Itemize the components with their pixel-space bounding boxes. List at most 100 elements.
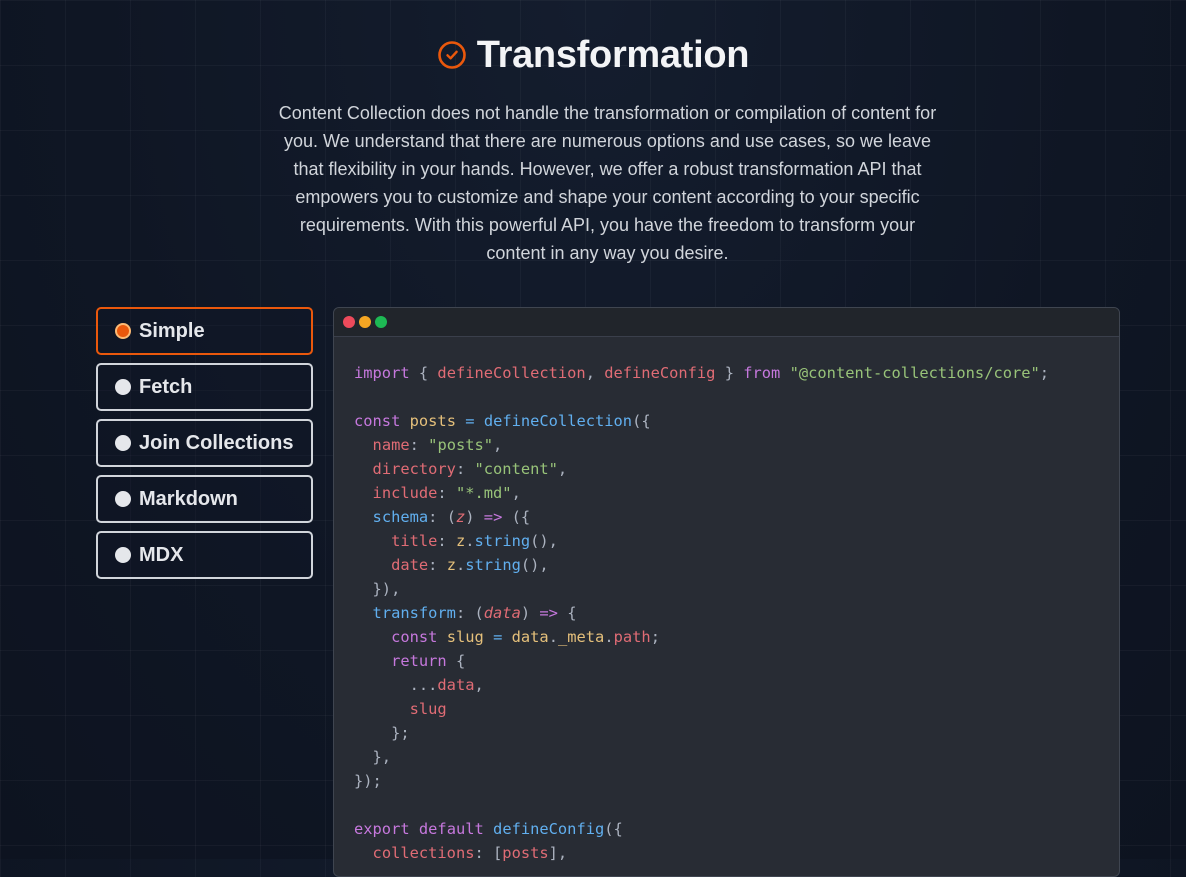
section-title: Transformation	[476, 34, 750, 76]
code-token: ,	[474, 676, 484, 694]
code-line: const slug = data._meta.path;	[354, 628, 660, 646]
code-line: const posts = defineCollection({	[354, 412, 651, 430]
code-token: )	[520, 604, 540, 622]
section-description: Content Collection does not handle the t…	[278, 103, 937, 263]
code-token: string	[474, 532, 531, 550]
code-token: (),	[520, 556, 549, 574]
tab-simple[interactable]: Simple	[96, 307, 313, 355]
tab-label: Markdown	[139, 487, 238, 510]
code-line: }),	[354, 580, 401, 598]
code-token: ],	[548, 844, 568, 862]
code-token: :	[437, 532, 456, 550]
code-token: ({	[502, 508, 531, 526]
code-token: include	[372, 484, 438, 502]
tab-mdx[interactable]: MDX	[96, 531, 313, 579]
code-token: },	[354, 748, 392, 766]
code-token: }	[715, 364, 744, 382]
code-token: )	[465, 508, 484, 526]
check-circle-icon	[437, 41, 466, 69]
code-token: string	[465, 556, 521, 574]
code-token: });	[354, 772, 382, 790]
code-block[interactable]: import { defineCollection, defineConfig …	[334, 337, 1119, 865]
code-token: =>	[539, 604, 558, 622]
code-token: posts	[409, 412, 456, 430]
code-token: "@content-collections/core"	[789, 364, 1040, 382]
code-token: {	[409, 364, 438, 382]
code-token: ,	[493, 436, 503, 454]
code-token: schema	[372, 508, 429, 526]
code-token: };	[354, 724, 410, 742]
tab-label: Join Collections	[139, 431, 294, 454]
code-token: return	[391, 652, 447, 670]
code-token: posts	[502, 844, 549, 862]
code-token: _meta	[557, 628, 605, 646]
code-token: : [	[474, 844, 503, 862]
tab-markdown[interactable]: Markdown	[96, 475, 313, 523]
code-token: const	[391, 628, 438, 646]
code-token: (),	[530, 532, 558, 550]
code-token: ({	[604, 820, 623, 838]
code-token: data	[483, 604, 521, 622]
code-token: data	[511, 628, 549, 646]
code-token: :	[455, 460, 475, 478]
window-minimize-dot	[359, 316, 371, 328]
code-token: slug	[446, 628, 484, 646]
tab-radio-dot	[115, 491, 131, 507]
code-token: ,	[585, 364, 605, 382]
code-token: "content"	[474, 460, 558, 478]
code-line: name: "posts",	[354, 436, 503, 454]
code-token: name	[372, 436, 410, 454]
code-token: :	[409, 436, 429, 454]
code-token: :	[437, 484, 456, 502]
code-token: .	[548, 628, 558, 646]
code-token: .	[455, 556, 466, 574]
code-line: title: z.string(),	[354, 532, 558, 550]
window-maximize-dot	[375, 316, 387, 328]
code-line: date: z.string(),	[354, 556, 549, 574]
tab-label: Simple	[139, 319, 205, 342]
code-token: ...	[354, 676, 438, 694]
tab-fetch[interactable]: Fetch	[96, 363, 313, 411]
code-line: };	[354, 724, 410, 742]
code-token: z	[446, 556, 456, 574]
code-token: ,	[511, 484, 521, 502]
code-line: export default defineConfig({	[354, 820, 623, 838]
code-token: }),	[354, 580, 401, 598]
code-line: ...data,	[354, 676, 484, 694]
code-token: .	[465, 532, 475, 550]
code-token: from	[743, 364, 781, 382]
code-token: slug	[409, 700, 447, 718]
tab-join-collections[interactable]: Join Collections	[96, 419, 313, 467]
code-token: export	[354, 820, 410, 838]
code-line: transform: (data) => {	[354, 604, 577, 622]
code-line: },	[354, 748, 392, 766]
code-token: : (	[455, 604, 484, 622]
code-token: z	[455, 532, 466, 550]
tab-label: Fetch	[139, 375, 193, 398]
code-token: ;	[1039, 364, 1050, 382]
code-token: {	[446, 652, 466, 670]
tab-label: MDX	[139, 543, 184, 566]
code-token: defineConfig	[604, 364, 716, 382]
code-token: defineCollection	[437, 364, 586, 382]
code-token: default	[418, 820, 484, 838]
code-token: "*.md"	[455, 484, 512, 502]
code-token: collections	[372, 844, 475, 862]
tab-radio-dot	[115, 435, 131, 451]
code-token: :	[428, 556, 447, 574]
